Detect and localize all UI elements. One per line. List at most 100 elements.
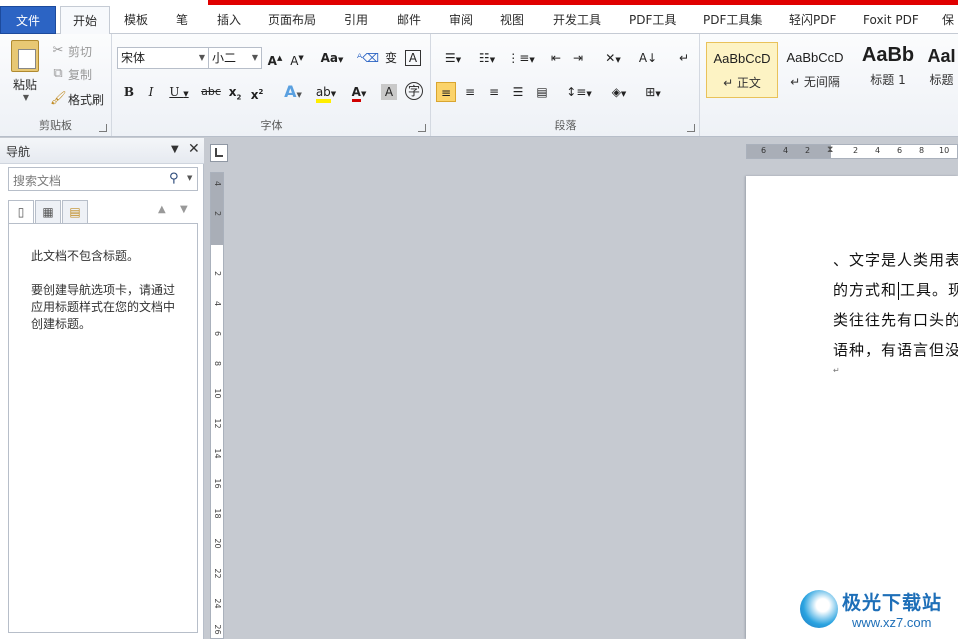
format-painter-button[interactable]: 🖌 格式刷	[50, 90, 104, 108]
next-heading-icon[interactable]: ▼	[180, 204, 188, 215]
character-shading-icon[interactable]: A	[381, 84, 397, 100]
cut-button[interactable]: ✂ 剪切	[50, 42, 92, 60]
tab-foxit-pdf[interactable]: Foxit PDF	[863, 6, 919, 34]
bold-icon[interactable]: B	[119, 82, 139, 102]
search-document-input[interactable]: 搜索文档 ⚲ ▼	[8, 167, 198, 191]
styles-gallery: AaBbCcD ↵ 正文 AaBbCcD ↵ 无间隔 AaBb 标题 1 AaI…	[701, 34, 958, 136]
align-center-icon[interactable]: ≡	[460, 82, 480, 102]
style-normal[interactable]: AaBbCcD ↵ 正文	[706, 42, 778, 98]
ruler-tick: 2	[213, 270, 222, 277]
numbering-icon[interactable]: ☷▼	[472, 48, 502, 68]
tab-view[interactable]: 视图	[500, 6, 524, 34]
line-spacing-icon[interactable]: ↕≡▼	[564, 82, 594, 102]
pane-options-icon[interactable]: ▼	[171, 144, 179, 155]
shading-icon[interactable]: ◈▼	[604, 82, 634, 102]
tab-headings[interactable]: ▯	[8, 200, 34, 224]
multilevel-list-icon[interactable]: ⋮≡▼	[506, 48, 536, 68]
tab-qingshan-pdf[interactable]: 轻闪PDF	[789, 6, 836, 34]
ruler-tick: 12	[213, 418, 222, 429]
tab-pages[interactable]: ▦	[35, 200, 61, 224]
enclose-characters-icon[interactable]: 字	[405, 82, 423, 100]
style-heading-1[interactable]: AaBb 标题 1	[852, 42, 924, 98]
clear-formatting-icon[interactable]: ᴬ⌫	[357, 48, 379, 68]
font-group: 宋体 ▼ 小二 ▼ A▲ A▼ Aa▼ ᴬ⌫ 变 A B I U ▼ abc x…	[113, 34, 431, 136]
paste-dropdown-icon[interactable]: ▼	[23, 93, 29, 102]
distributed-icon[interactable]: ▤	[532, 82, 552, 102]
character-border-icon[interactable]: A	[405, 50, 421, 66]
font-launcher-icon[interactable]	[418, 124, 426, 132]
highlight-icon[interactable]: ab▼	[311, 82, 341, 103]
ribbon-tab-row: 文件 开始 模板 笔 插入 页面布局 引用 邮件 审阅 视图 开发工具 PDF工…	[0, 6, 958, 35]
show-marks-icon[interactable]: ↵	[674, 48, 694, 68]
close-icon[interactable]: ✕	[188, 141, 200, 157]
underline-icon[interactable]: U ▼	[165, 82, 193, 102]
document-line-2[interactable]: 的方式和 工具。现	[833, 279, 958, 300]
search-icon[interactable]: ⚲	[169, 171, 179, 186]
paste-button[interactable]: 粘贴 ▼	[8, 40, 42, 102]
change-case-icon[interactable]: Aa▼	[318, 48, 346, 68]
tab-pdf-tools[interactable]: PDF工具	[629, 6, 676, 34]
navigation-tabs: ▯ ▦ ▤ ▲ ▼	[8, 200, 198, 224]
sort-icon[interactable]: A↓	[638, 48, 658, 68]
ruler-tick: 2	[853, 146, 859, 155]
create-headings-hint: 要创建导航选项卡，请通过应用标题样式在您的文档中创建标题。	[31, 283, 176, 331]
tab-results[interactable]: ▤	[62, 200, 88, 224]
superscript-icon[interactable]: x2	[247, 82, 267, 102]
style-title-name: 标题	[929, 73, 954, 87]
tab-mailings[interactable]: 邮件	[397, 6, 421, 34]
paste-label: 粘贴	[12, 78, 37, 92]
chinese-layout-icon[interactable]: ✕▼	[598, 48, 628, 68]
bullets-icon[interactable]: ☰▼	[438, 48, 468, 68]
font-size-select[interactable]: 小二 ▼	[208, 47, 262, 69]
tab-home[interactable]: 开始	[60, 6, 110, 35]
shrink-font-icon[interactable]: A▼	[287, 48, 307, 68]
tab-review[interactable]: 审阅	[449, 6, 473, 34]
align-right-icon[interactable]: ≡	[484, 82, 504, 102]
tab-stop-selector[interactable]	[210, 144, 228, 162]
previous-heading-icon[interactable]: ▲	[158, 204, 166, 215]
grow-font-icon[interactable]: A▲	[265, 48, 285, 68]
justify-icon[interactable]: ☰	[508, 82, 528, 102]
tab-developer[interactable]: 开发工具	[553, 6, 601, 34]
headings-icon: ▯	[17, 205, 25, 219]
copy-button[interactable]: ⧉ 复制	[50, 65, 92, 83]
tab-file[interactable]: 文件	[0, 6, 56, 34]
vertical-ruler[interactable]: 4 2 2 4 6 8 10 12 14 16 18 20 22 24 26	[210, 172, 224, 639]
increase-indent-icon[interactable]: ⇥	[568, 48, 588, 68]
style-title-sample: AaI	[927, 46, 956, 66]
scissors-icon: ✂	[52, 43, 64, 58]
subscript-icon[interactable]: x2	[225, 82, 245, 102]
text-effects-icon[interactable]: A▼	[279, 82, 307, 102]
style-title[interactable]: AaI 标题	[925, 42, 958, 98]
document-line-2-start: 的方式和	[833, 281, 898, 299]
align-left-icon[interactable]: ≡	[436, 82, 456, 102]
borders-icon[interactable]: ⊞▼	[638, 82, 668, 102]
document-line-1[interactable]: 、文字是人类用表	[833, 249, 958, 270]
indent-marker-icon[interactable]: ⧗	[827, 145, 833, 155]
tab-pen[interactable]: 笔	[176, 6, 188, 34]
ruler-tick: 2	[805, 146, 811, 155]
phonetic-guide-icon[interactable]: 变	[381, 48, 401, 68]
search-document-placeholder: 搜索文档	[13, 174, 62, 188]
font-color-icon[interactable]: A▼	[345, 82, 373, 102]
paragraph-launcher-icon[interactable]	[687, 124, 695, 132]
title-bar-accent	[208, 0, 958, 5]
tab-more[interactable]: 保	[942, 6, 954, 34]
decrease-indent-icon[interactable]: ⇤	[546, 48, 566, 68]
search-dropdown-icon[interactable]: ▼	[187, 174, 192, 182]
tab-page-layout[interactable]: 页面布局	[268, 6, 316, 34]
tab-pdf-toolset[interactable]: PDF工具集	[703, 6, 762, 34]
italic-icon[interactable]: I	[141, 82, 161, 102]
document-line-4[interactable]: 语种，有语言但没	[833, 339, 958, 360]
horizontal-ruler[interactable]: 6 4 2 ⧗ 2 4 6 8 10	[746, 144, 958, 159]
tab-references[interactable]: 引用	[344, 6, 368, 34]
style-no-spacing[interactable]: AaBbCcD ↵ 无间隔	[779, 42, 851, 98]
document-page[interactable]: 、文字是人类用表 的方式和 工具。现 类往往先有口头的 语种，有语言但没 ↵	[746, 176, 958, 639]
strikethrough-icon[interactable]: abc	[199, 82, 223, 102]
clipboard-launcher-icon[interactable]	[99, 124, 107, 132]
ribbon: 粘贴 ▼ ✂ 剪切 ⧉ 复制 🖌 格式刷 剪贴板 宋体 ▼ 小二 ▼ A▲ A▼…	[0, 34, 958, 137]
document-line-3[interactable]: 类往往先有口头的	[833, 309, 958, 330]
font-name-select[interactable]: 宋体 ▼	[117, 47, 209, 69]
tab-insert[interactable]: 插入	[217, 6, 241, 34]
tab-template[interactable]: 模板	[124, 6, 148, 34]
